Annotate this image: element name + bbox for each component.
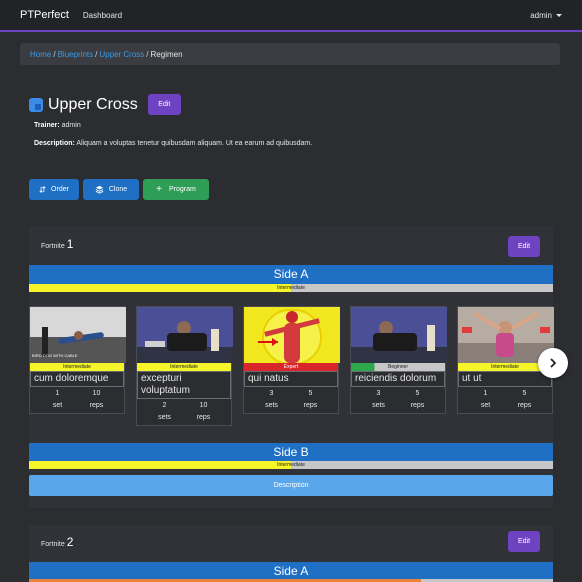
fortnite-2-number: 2	[66, 535, 74, 549]
exercise-card[interactable]: BIRD-DOG WITH CABLE Intermediate cum dol…	[29, 306, 126, 414]
edit-fortnite-2-button[interactable]: Edit	[508, 531, 540, 552]
exercise-name: cum doloremque	[30, 371, 124, 387]
side-b-description-toggle[interactable]: Description	[29, 475, 553, 496]
description-label: Description:	[34, 140, 75, 147]
side-b-header[interactable]: Side B	[29, 443, 553, 461]
layers-icon	[95, 185, 104, 194]
reps-label: reps	[517, 402, 532, 409]
sets-label: set	[480, 402, 491, 409]
sets-label: sets	[265, 402, 278, 409]
plus-icon: +	[156, 184, 162, 195]
reps-value: 5	[415, 390, 420, 397]
page-title: Upper Cross	[48, 95, 138, 113]
exercise-thumbnail: BIRD-DOG WITH CABLE	[30, 307, 126, 363]
level-badge: Expert	[244, 363, 338, 371]
exercise-name: reiciendis dolorum	[351, 371, 445, 387]
description-value: Aliquam a voluptas tenetur quibusdam ali…	[76, 140, 313, 147]
exercise-stats: 2 sets 10 reps	[137, 399, 231, 421]
level-badge: Beginner	[351, 363, 445, 371]
exercise-card[interactable]: Beginner reiciendis dolorum 3 sets 5 reps	[350, 306, 447, 414]
reps-value: 10	[199, 402, 208, 409]
carousel-next-button[interactable]	[538, 348, 568, 378]
order-button[interactable]: Order	[29, 179, 79, 200]
exercise-stats: 3 sets 5 reps	[244, 387, 338, 409]
order-label: Order	[51, 186, 69, 193]
sets-label: sets	[158, 414, 171, 421]
exercise-thumbnail	[244, 307, 340, 363]
sets-value: 1	[483, 390, 488, 397]
trainer-info: Trainer: admin	[34, 122, 81, 129]
breadcrumb: Home / Blueprints / Upper Cross / Regime…	[20, 43, 560, 65]
exercise-name: qui natus	[244, 371, 338, 387]
thumbnail-caption: BIRD-DOG WITH CABLE	[32, 353, 78, 358]
side-a-level-bar: Intermediate	[29, 284, 553, 292]
exercise-stats: 1 set 10 reps	[30, 387, 124, 409]
page-header: Upper Cross Edit	[29, 94, 181, 115]
page-scrollbar[interactable]	[574, 34, 582, 582]
action-toolbar: Order Clone + Program	[29, 179, 209, 200]
level-badge: Intermediate	[30, 363, 124, 371]
sets-value: 3	[269, 390, 274, 397]
breadcrumb-separator: /	[95, 49, 98, 59]
breadcrumb-current: Regimen	[150, 49, 183, 59]
sets-label: set	[52, 402, 63, 409]
exercise-card[interactable]: Expert qui natus 3 sets 5 reps	[243, 306, 340, 414]
exercise-stats: 3 sets 5 reps	[351, 387, 445, 409]
fortnite-2-heading: Fortnite 2	[41, 535, 73, 549]
reps-label: reps	[89, 402, 104, 409]
caret-down-icon	[556, 13, 562, 17]
sort-icon	[39, 186, 46, 193]
sets-value: 2	[162, 402, 167, 409]
breadcrumb-separator: /	[146, 49, 149, 59]
fortnite-1-number: 1	[66, 237, 74, 251]
blueprint-icon	[29, 97, 43, 112]
program-label: Program	[169, 186, 196, 193]
program-button[interactable]: + Program	[143, 179, 209, 200]
description-info: Description: Aliquam a voluptas tenetur …	[34, 140, 312, 147]
clone-button[interactable]: Clone	[83, 179, 139, 200]
reps-label: reps	[410, 402, 425, 409]
exercise-stats: 1 set 5 reps	[458, 387, 552, 409]
user-menu[interactable]: admin	[530, 11, 562, 20]
reps-value: 5	[522, 390, 527, 397]
reps-value: 10	[92, 390, 101, 397]
exercise-thumbnail	[137, 307, 233, 363]
reps-label: reps	[196, 414, 211, 421]
reps-value: 5	[308, 390, 313, 397]
fortnite-2-label: Fortnite	[41, 541, 65, 548]
side-a-header[interactable]: Side A	[29, 265, 553, 284]
clone-label: Clone	[108, 186, 128, 193]
sets-value: 3	[376, 390, 381, 397]
breadcrumb-blueprints[interactable]: Blueprints	[58, 50, 94, 59]
user-name: admin	[530, 10, 552, 20]
exercise-card[interactable]: Intermediate excepturi voluptatum 2 sets …	[136, 306, 233, 426]
exercise-name: ut ut	[458, 371, 552, 387]
breadcrumb-separator: /	[53, 49, 56, 59]
edit-blueprint-button[interactable]: Edit	[147, 94, 181, 115]
reps-label: reps	[303, 402, 318, 409]
chevron-right-icon	[550, 358, 557, 368]
trainer-label: Trainer:	[34, 122, 60, 129]
fortnite-1-label: Fortnite	[41, 243, 65, 250]
breadcrumb-home[interactable]: Home	[30, 50, 51, 59]
edit-fortnite-1-button[interactable]: Edit	[508, 236, 540, 257]
level-badge: Intermediate	[137, 363, 231, 371]
side-b-level-bar: Intermediate	[29, 461, 553, 469]
exercise-name: excepturi voluptatum	[137, 371, 231, 399]
top-navbar: PTPerfect Dashboard admin	[0, 0, 582, 32]
brand-logo[interactable]: PTPerfect	[20, 9, 69, 21]
sets-label: sets	[372, 402, 385, 409]
sets-value: 1	[55, 390, 60, 397]
exercise-thumbnail	[351, 307, 447, 363]
nav-dashboard-link[interactable]: Dashboard	[83, 11, 122, 20]
trainer-value: admin	[61, 122, 81, 129]
fortnite-1-heading: Fortnite 1	[41, 237, 73, 251]
breadcrumb-upper-cross[interactable]: Upper Cross	[99, 50, 144, 59]
